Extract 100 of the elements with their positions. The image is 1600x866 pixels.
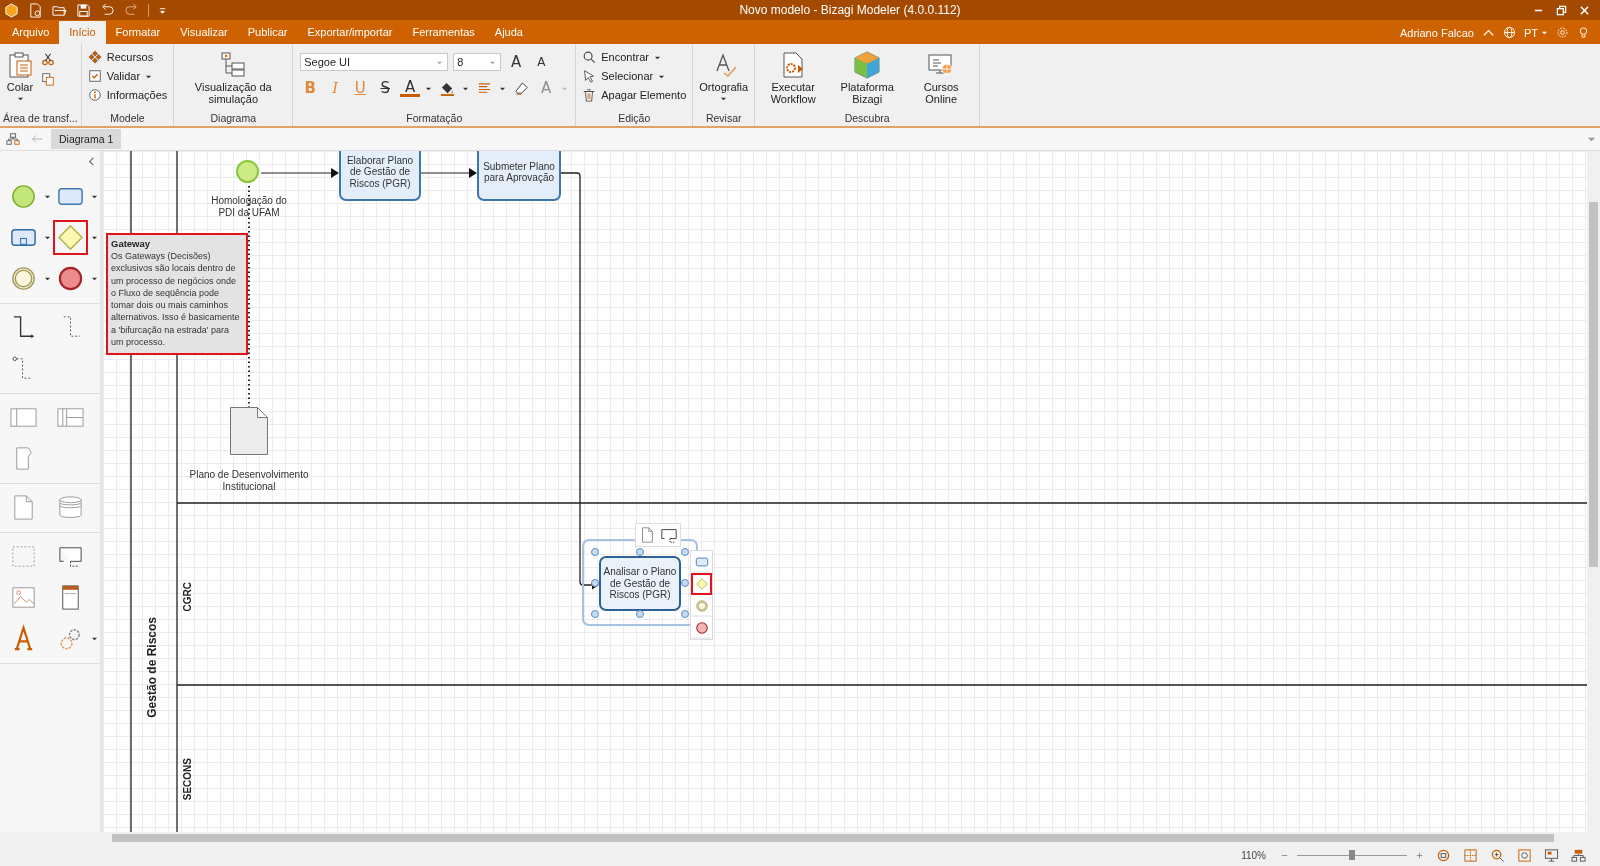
resize-handle[interactable] bbox=[591, 610, 599, 618]
diagram-overview-icon[interactable] bbox=[1571, 847, 1586, 863]
ribbon-button[interactable]: Ortografia bbox=[696, 49, 752, 104]
font-color-button[interactable]: A bbox=[400, 79, 421, 97]
task-icon bbox=[694, 555, 709, 569]
task-shape[interactable]: Submeter Plano para Aprovação bbox=[477, 151, 561, 201]
undo-icon[interactable] bbox=[100, 2, 115, 18]
ribbon-tab[interactable]: Ajuda bbox=[484, 21, 533, 44]
app-logo-icon bbox=[4, 2, 19, 18]
settings-icon[interactable] bbox=[1556, 26, 1569, 39]
ribbon-button[interactable]: Visualização da simulação bbox=[177, 49, 290, 107]
resize-handle[interactable] bbox=[681, 579, 689, 587]
resources-icon bbox=[87, 50, 102, 64]
resize-handle[interactable] bbox=[681, 610, 689, 618]
lightbulb-icon[interactable] bbox=[1577, 26, 1590, 39]
ribbon-button[interactable]: Plataforma Bizagi bbox=[832, 49, 903, 107]
caret-icon[interactable] bbox=[44, 193, 51, 200]
ribbon-group-label: Diagrama bbox=[209, 112, 257, 126]
find-icon bbox=[582, 50, 597, 64]
task-shape[interactable]: Elaborar Plano de Gestão de Riscos (PGR) bbox=[339, 151, 421, 201]
font-size-field[interactable]: 8 bbox=[453, 53, 502, 71]
ribbon-group-label: Área de transf... bbox=[3, 112, 78, 126]
end-event-icon bbox=[56, 264, 85, 293]
ribbon-button[interactable]: Apagar Elemento bbox=[579, 87, 690, 103]
ribbon-tab[interactable]: Publicar bbox=[237, 21, 298, 44]
resize-handle[interactable] bbox=[681, 548, 689, 556]
copy-icon[interactable] bbox=[41, 72, 55, 86]
ribbon-tab[interactable]: Exportar/importar bbox=[297, 21, 403, 44]
delete-icon bbox=[582, 88, 597, 102]
grow-font-button[interactable]: A bbox=[506, 52, 527, 72]
intermediate-event-icon bbox=[694, 599, 709, 613]
ribbon-tab[interactable]: Formatar bbox=[105, 21, 171, 44]
ribbon-button[interactable]: Cursos Online bbox=[906, 49, 977, 107]
ribbon-tab[interactable]: Início bbox=[59, 21, 106, 44]
grid-icon[interactable] bbox=[1463, 847, 1478, 863]
font-family-field[interactable]: Segoe UI bbox=[300, 53, 449, 71]
start-event-icon bbox=[9, 182, 38, 211]
ribbon-tab[interactable]: Visualizar bbox=[170, 21, 238, 44]
zoom-area-icon[interactable] bbox=[1517, 847, 1532, 863]
caret-icon bbox=[720, 95, 728, 102]
close-icon[interactable] bbox=[1579, 4, 1590, 16]
data-object-label: Plano de Desenvolvimento Institucional bbox=[189, 469, 309, 493]
ribbon-group-label: Revisar bbox=[704, 112, 743, 126]
data-object-shape[interactable] bbox=[230, 407, 268, 455]
resize-handle[interactable] bbox=[636, 610, 644, 618]
flowchart-icon bbox=[219, 51, 248, 79]
sequence-flow-arrow[interactable] bbox=[420, 168, 477, 178]
ribbon-button[interactable]: Informações bbox=[84, 87, 171, 103]
ribbon-button[interactable]: Encontrar bbox=[579, 49, 690, 65]
ribbon-button[interactable]: Validar bbox=[84, 68, 171, 84]
scissors-icon[interactable] bbox=[41, 52, 55, 66]
window-title: Novo modelo - Bizagi Modeler (4.0.0.112) bbox=[738, 3, 962, 17]
caret-icon[interactable] bbox=[91, 275, 98, 282]
caret-icon[interactable] bbox=[91, 193, 98, 200]
sequence-flow-arrow[interactable] bbox=[260, 168, 339, 178]
caret-icon[interactable] bbox=[44, 234, 51, 241]
search-icon[interactable] bbox=[1490, 847, 1505, 863]
globe-icon[interactable] bbox=[1502, 26, 1516, 39]
align-icon bbox=[476, 80, 492, 96]
start-event[interactable] bbox=[236, 160, 259, 183]
language-selector[interactable]: PT bbox=[1523, 26, 1538, 39]
strike-button[interactable]: S bbox=[375, 78, 396, 98]
ribbon-button[interactable]: Recursos bbox=[84, 49, 171, 65]
intermediate-event-icon bbox=[9, 264, 38, 293]
zoom-fit-icon[interactable] bbox=[1436, 847, 1451, 863]
quick-gateway-shape[interactable] bbox=[691, 573, 712, 595]
restore-icon[interactable] bbox=[1556, 4, 1567, 16]
tooltip-text: Os Gateways (Decisões) exclusivos são locais dentro de um processo de negócios onde o Fluxo de seqüência pode tomar dois ou mais caminhos alternativos. Isso é basicamente a 'bifurcação na estrada' para um processo. bbox=[111, 250, 241, 349]
presentation-icon[interactable] bbox=[1544, 847, 1559, 863]
redo-icon[interactable] bbox=[124, 2, 139, 18]
slider-thumb[interactable] bbox=[1349, 849, 1355, 860]
collapse-chevron-icon[interactable] bbox=[87, 157, 96, 166]
ribbon-group-label: Descubra bbox=[843, 112, 891, 126]
diagram-tab[interactable]: Diagrama 1 bbox=[51, 129, 122, 149]
resize-handle[interactable] bbox=[591, 548, 599, 556]
caret-icon[interactable] bbox=[91, 635, 98, 642]
eraser-icon bbox=[513, 80, 529, 96]
zoom-in-icon[interactable] bbox=[1415, 850, 1424, 860]
caret-icon[interactable] bbox=[91, 234, 98, 241]
caret-icon[interactable] bbox=[44, 275, 51, 282]
caret-icon bbox=[16, 95, 24, 102]
ribbon-button[interactable]: Selecionar bbox=[579, 68, 690, 84]
select-icon bbox=[582, 69, 597, 83]
annotation-icon[interactable] bbox=[660, 526, 678, 544]
shrink-font-button[interactable]: A bbox=[531, 52, 552, 72]
gateway-icon bbox=[56, 223, 85, 252]
new-file-icon[interactable] bbox=[28, 2, 43, 18]
cube-icon bbox=[853, 51, 882, 79]
resize-handle[interactable] bbox=[636, 548, 644, 556]
user-name[interactable]: Adriano Falcao bbox=[1399, 26, 1474, 39]
task-shape[interactable]: Analisar o Plano de Gestão de Riscos (PGR) bbox=[599, 556, 681, 611]
save-icon[interactable] bbox=[76, 2, 91, 18]
ribbon-group-label: Edição bbox=[617, 112, 652, 126]
customize-caret-icon[interactable] bbox=[158, 5, 167, 15]
ribbon-tab[interactable]: Ferramentas bbox=[402, 21, 485, 44]
paste-button[interactable]: Colar bbox=[3, 49, 37, 104]
gateway-icon bbox=[694, 577, 709, 591]
resize-handle[interactable] bbox=[591, 579, 599, 587]
ribbon-button[interactable]: Executar Workflow bbox=[758, 49, 829, 107]
ribbon-tab[interactable]: Arquivo bbox=[2, 21, 60, 44]
